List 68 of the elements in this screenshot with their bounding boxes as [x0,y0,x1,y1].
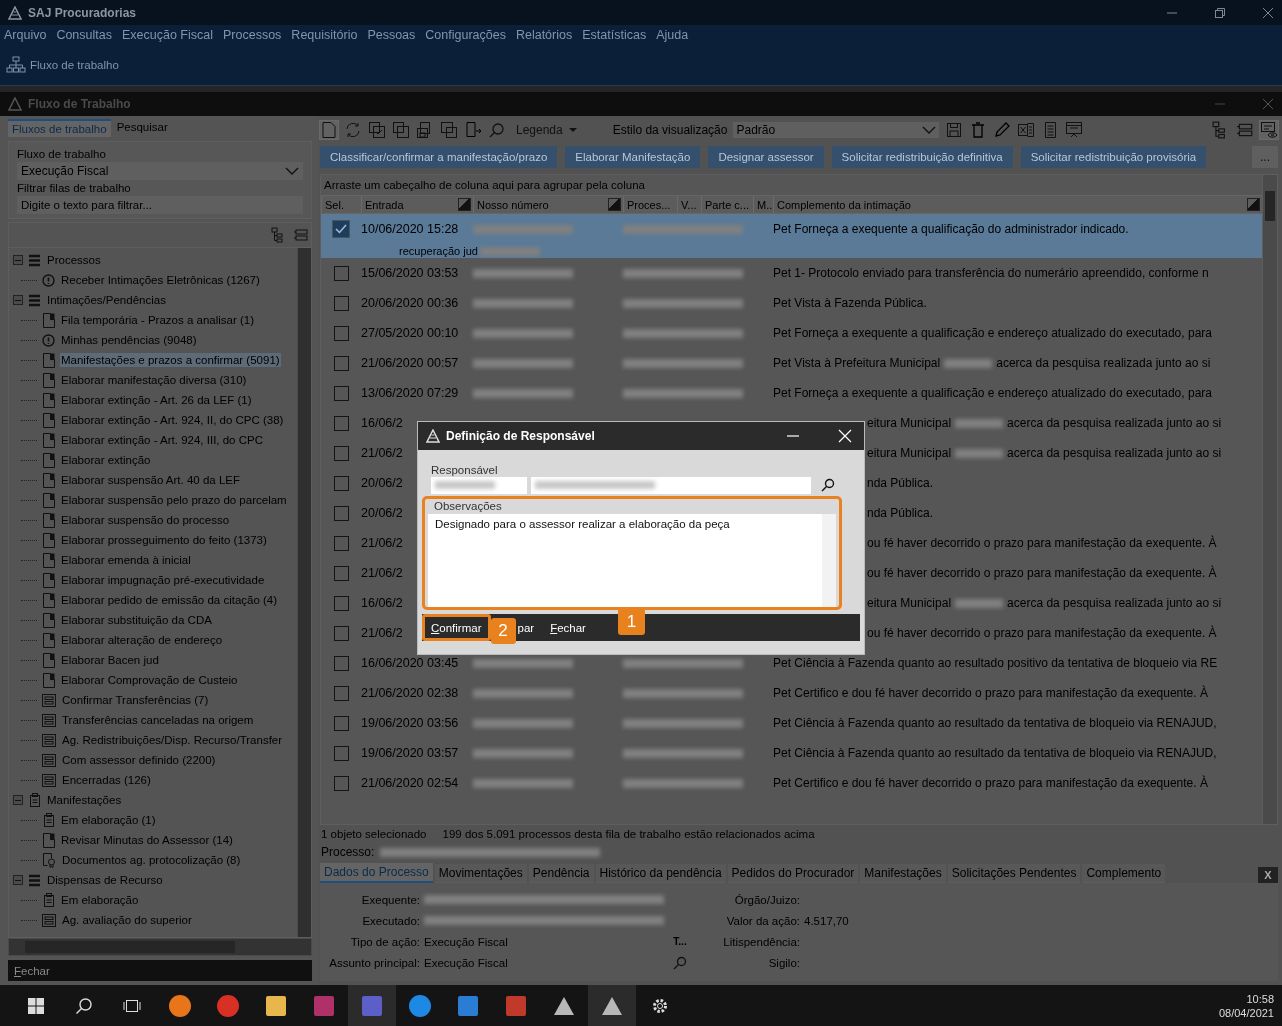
table-cell: eitura Municipal [867,596,952,610]
table-cell: 27/05/2020 00:10 [361,326,459,340]
field-label: Fluxo de trabalho [17,148,107,160]
table-cell: 20/06/2 [361,506,403,520]
table-cell: 21/06/2 [361,536,403,550]
field-label: Processo: [321,845,375,859]
app-title: SAJ Procuradorias [28,5,137,20]
table-cell: 13/06/2020 07:29 [361,386,459,400]
field-label: Executado: [361,914,420,927]
table-cell: 21/06/2020 02:54 [361,776,459,790]
table-cell: 15/06/2020 03:53 [361,266,459,280]
table-cell: recuperação jud [399,245,478,257]
table-cell: 16/06/2 [361,596,403,610]
table-cell: 21/06/2020 00:57 [361,356,459,370]
callout-badge: 1 [618,608,645,635]
table-cell: ou fé haver decorrido o prazo para manifestação da exequente. À [867,626,1217,640]
field-label: Litispendência: [722,935,800,948]
table-cell: 20/06/2020 00:36 [361,296,459,310]
table-cell: Pet Forneça a exequente a qualificação e endereço atualizado do executado, para [773,326,1212,340]
table-cell: 21/06/2 [361,446,403,460]
table-cell: acerca da pesquisa realizada junto ao si [1007,446,1222,460]
table-cell: eitura Municipal [867,416,952,430]
table-cell: Pet 1- Protocolo enviado para transferência do numerário apreendido, conforme n [773,266,1209,280]
table-cell: ou fé haver decorrido o prazo para manifestação da exequente. À [867,536,1217,550]
table-cell: acerca da pesquisa realizada junto ao si [1007,416,1222,430]
field-value: Execução Fiscal [424,935,509,948]
table-cell: Pet Vista à Prefeitura Municipal [773,356,941,370]
table-cell: eitura Municipal [867,446,952,460]
field-label: Assunto principal: [328,956,420,969]
field-value: T... [673,936,687,947]
table-cell: 16/06/2020 03:45 [361,656,459,670]
table-cell: 16/06/2 [361,416,403,430]
table-cell: Pet Ciência à Fazenda quanto ao resultado da tentativa de bloqueio via RENAJUD, [773,746,1217,760]
field-label: Tipo de ação: [349,935,420,948]
field-label: Órgão/Juizo: [733,893,800,906]
field-value: 4.517,70 [804,914,850,927]
status-text: 1 objeto selecionado [321,828,427,840]
field-label: Valor da ação: [725,914,800,927]
table-cell: 10/06/2020 15:28 [361,222,459,236]
table-cell: 19/06/2020 03:57 [361,746,459,760]
field-label: Exequente: [360,893,420,906]
field-label: Filtrar filas de trabalho [17,182,132,194]
table-cell: ou fé haver decorrido o prazo para manifestação da exequente. À [867,566,1217,580]
callout-badge: 2 [490,617,516,644]
table-cell: Pet Ciência à Fazenda quanto ao resultado da tentativa de bloqueio via RENAJUD, [773,716,1217,730]
table-cell: Pet Forneça a exequente a qualificação do administrador indicado. [773,222,1129,236]
table-cell: Pet Certifico e dou fé haver decorrido o prazo para manifestação da exequente. À [773,776,1208,790]
view-style-label: Estilo da visualização [612,123,728,137]
table-cell: acerca da pesquisa realizada junto ao si [996,356,1211,370]
table-cell: Pet Vista à Fazenda Pública. [773,296,927,310]
window-title: Fluxo de Trabalho [28,97,131,111]
table-cell: 21/06/2020 02:38 [361,686,459,700]
table-cell: Pet Ciência à Fazenda quanto ao resultado positivo da tentativa de bloqueio via RE [773,656,1218,670]
table-cell: nda Pública. [867,476,934,490]
table-cell: 19/06/2020 03:56 [361,716,459,730]
table-cell: 20/06/2 [361,476,403,490]
dialog-title: Definição de Responsável [446,429,595,443]
field-label: Observações [433,500,503,514]
group-by-hint: Arraste um cabeçalho de coluna aqui para agrupar pela coluna [323,178,646,193]
table-cell: nda Pública. [867,506,934,520]
table-cell: acerca da pesquisa realizada junto ao si [1007,596,1222,610]
table-cell: Pet Certifico e dou fé haver decorrido o prazo para manifestação da exequente. À [773,686,1208,700]
field-label: Sigilo: [767,956,800,969]
status-text: 199 dos 5.091 processos desta fila de trabalho estão relacionados acima [442,828,815,840]
field-value: Execução Fiscal [424,956,509,969]
table-cell: 21/06/2 [361,626,403,640]
table-cell: Pet Forneça a exequente a qualificação e endereço atualizado do executado, para [773,386,1212,400]
table-cell: 21/06/2 [361,566,403,580]
